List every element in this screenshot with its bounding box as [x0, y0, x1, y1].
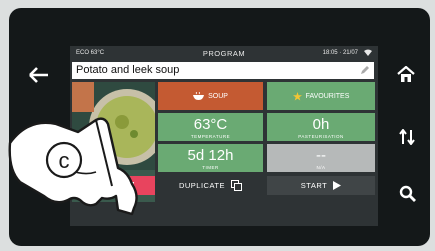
delete-label: DELETE	[92, 182, 121, 189]
na-tile: -- N/A	[267, 144, 375, 172]
pasteurisation-label: PASTEURISATION	[298, 134, 344, 139]
star-icon	[292, 91, 302, 101]
na-label: N/A	[316, 165, 326, 170]
soup-bowl-icon	[193, 92, 205, 100]
timer-label: TIMER	[202, 165, 219, 170]
temperature-value: 63°C	[193, 116, 228, 133]
scroll-down-icon[interactable]	[31, 184, 45, 194]
scroll-up-icon[interactable]	[31, 127, 45, 137]
timer-value: 5d 12h	[187, 147, 234, 164]
favourites-label: FAVOURITES	[305, 92, 350, 100]
search-icon[interactable]	[399, 185, 416, 202]
home-icon[interactable]	[397, 66, 415, 83]
temperature-label: TEMPERATURE	[190, 134, 231, 139]
device-bezel: ECO 63°C PROGRAM 18:05 · 21/07 Potato an…	[9, 8, 430, 246]
back-arrow-icon[interactable]	[28, 67, 50, 83]
recipe-name: Potato and leek soup	[76, 64, 180, 76]
favourites-tile[interactable]: FAVOURITES	[267, 82, 375, 110]
duplicate-label: DUPLICATE	[178, 181, 226, 190]
play-icon	[333, 181, 342, 190]
temperature-tile[interactable]: 63°C TEMPERATURE	[158, 113, 263, 141]
wifi-icon	[364, 49, 372, 56]
na-value: --	[316, 147, 326, 164]
trash-icon	[126, 181, 135, 190]
delete-button[interactable]: DELETE	[72, 176, 155, 195]
status-datetime: 18:05 · 21/07	[322, 50, 358, 56]
status-bar: ECO 63°C PROGRAM 18:05 · 21/07	[70, 46, 378, 60]
duplicate-button[interactable]: DUPLICATE	[158, 176, 263, 195]
timer-tile[interactable]: 5d 12h TIMER	[158, 144, 263, 172]
start-button[interactable]: START	[267, 176, 375, 195]
copy-icon	[231, 180, 243, 191]
recipe-name-field[interactable]: Potato and leek soup	[72, 62, 374, 79]
category-label: SOUP	[208, 92, 228, 100]
display-screen: ECO 63°C PROGRAM 18:05 · 21/07 Potato an…	[70, 46, 378, 226]
edit-pencil-icon[interactable]	[360, 65, 370, 75]
category-tile[interactable]: SOUP	[158, 82, 263, 110]
pasteurisation-value: 0h	[312, 116, 330, 133]
sort-arrows-icon[interactable]	[399, 129, 415, 145]
start-label: START	[300, 181, 328, 190]
pasteurisation-tile[interactable]: 0h PASTEURISATION	[267, 113, 375, 141]
